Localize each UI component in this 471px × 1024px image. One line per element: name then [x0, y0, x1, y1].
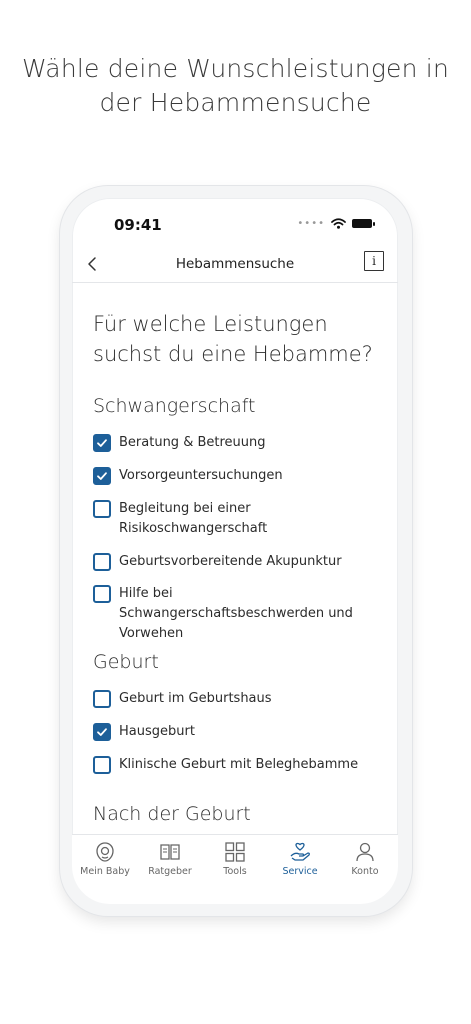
option-beratung[interactable]: Beratung & Betreuung — [93, 434, 383, 453]
tab-ratgeber[interactable]: Ratgeber — [138, 841, 202, 877]
option-label: Begleitung bei einer Risikoschwangerscha… — [119, 501, 268, 536]
option-beschwerden[interactable]: Hilfe bei Schwangerschaftsbeschwerden un… — [93, 585, 383, 644]
option-beleghebamme[interactable]: Klinische Geburt mit Beleghebamme — [93, 756, 383, 775]
tab-label: Mein Baby — [80, 866, 130, 877]
tab-label: Ratgeber — [148, 866, 192, 877]
book-icon — [160, 844, 180, 860]
option-label: Hilfe bei Schwangerschaftsbeschwerden un… — [119, 586, 353, 641]
option-risikoschwangerschaft[interactable]: Begleitung bei einer Risikoschwangerscha… — [93, 500, 383, 539]
promo-headline: Wähle deine Wunschleistungen in der Heba… — [21, 54, 449, 117]
section-title-nach-der-geburt: Nach der Geburt — [93, 803, 251, 825]
section-title-geburt: Geburt — [93, 651, 159, 673]
option-vorsorge[interactable]: Vorsorgeuntersuchungen — [93, 467, 383, 486]
option-label: Geburt im Geburtshaus — [119, 691, 272, 706]
tab-label: Konto — [351, 866, 379, 877]
option-label: Geburtsvorbereitende Akupunktur — [119, 554, 342, 569]
section-title-schwangerschaft: Schwangerschaft — [93, 395, 256, 417]
info-icon[interactable]: i — [364, 251, 384, 271]
checkbox[interactable] — [93, 434, 111, 452]
option-label: Klinische Geburt mit Beleghebamme — [119, 757, 359, 772]
app-screen: 09:41 •••• Hebammensuche i Für welche Le… — [72, 198, 398, 904]
nav-bar: Hebammensuche i — [72, 248, 398, 283]
baby-icon — [96, 842, 114, 862]
tab-service[interactable]: Service — [268, 841, 332, 877]
signal-icon: •••• — [297, 218, 325, 229]
option-label: Hausgeburt — [119, 724, 195, 739]
checkbox[interactable] — [93, 756, 111, 774]
content-scroll[interactable]: Für welche Leistungen suchst du eine Heb… — [72, 283, 398, 838]
status-bar: 09:41 •••• — [72, 198, 398, 248]
person-icon — [356, 842, 374, 862]
checkmark-icon — [97, 439, 107, 447]
checkbox[interactable] — [93, 723, 111, 741]
checkbox[interactable] — [93, 585, 111, 603]
heart-hand-icon — [290, 842, 310, 861]
page-question: Für welche Leistungen suchst du eine Heb… — [93, 312, 373, 366]
nav-title: Hebammensuche — [175, 256, 295, 272]
wifi-icon — [331, 218, 346, 229]
checkbox[interactable] — [93, 500, 111, 518]
option-label: Vorsorgeuntersuchungen — [119, 468, 283, 483]
checkmark-icon — [97, 728, 107, 736]
tab-konto[interactable]: Konto — [333, 841, 397, 877]
option-hausgeburt[interactable]: Hausgeburt — [93, 723, 383, 742]
status-icons: •••• — [297, 218, 375, 229]
status-time: 09:41 — [114, 216, 162, 234]
battery-icon — [352, 219, 375, 228]
checkbox[interactable] — [93, 467, 111, 485]
tab-mein-baby[interactable]: Mein Baby — [73, 841, 137, 877]
checkbox[interactable] — [93, 690, 111, 708]
grid-icon — [225, 842, 245, 862]
option-akupunktur[interactable]: Geburtsvorbereitende Akupunktur — [93, 553, 383, 572]
checkmark-icon — [97, 472, 107, 480]
checkbox[interactable] — [93, 553, 111, 571]
option-label: Beratung & Betreuung — [119, 435, 266, 450]
tab-tools[interactable]: Tools — [203, 841, 267, 877]
option-geburtshaus[interactable]: Geburt im Geburtshaus — [93, 690, 383, 709]
tab-label: Tools — [223, 866, 247, 877]
tab-label: Service — [282, 866, 318, 877]
tab-bar: Mein Baby Ratgeber Tools Service Konto — [72, 834, 398, 904]
